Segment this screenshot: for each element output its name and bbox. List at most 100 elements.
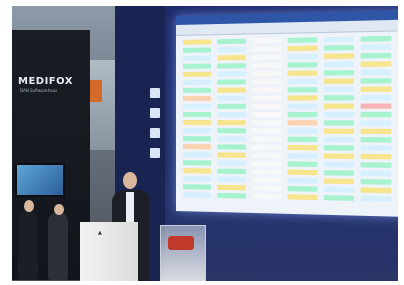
schedule-cell xyxy=(360,179,392,185)
schedule-cell xyxy=(182,103,212,109)
schedule-cell xyxy=(217,63,246,69)
schedule-cell xyxy=(252,120,282,126)
schedule-cell xyxy=(287,70,318,76)
schedule-cell xyxy=(360,137,392,143)
schedule-cell xyxy=(217,79,246,85)
schedule-cell xyxy=(252,95,282,101)
schedule-cell xyxy=(323,161,355,168)
schedule-cell xyxy=(323,36,355,43)
schedule-cell xyxy=(252,136,282,142)
schedule-cell xyxy=(182,192,212,198)
schedule-column xyxy=(323,36,355,210)
schedule-cell xyxy=(360,162,392,168)
schedule-cell xyxy=(182,47,212,53)
background-person xyxy=(48,212,68,280)
schedule-column xyxy=(359,35,392,210)
logo-text: MEDIFOX xyxy=(18,76,73,87)
schedule-cell xyxy=(323,120,355,126)
schedule-cell xyxy=(287,136,318,143)
schedule-cell xyxy=(287,153,318,159)
schedule-cell xyxy=(217,184,246,191)
schedule-cell xyxy=(182,39,212,45)
photo-border xyxy=(0,0,404,6)
schedule-cell xyxy=(323,86,355,93)
schedule-cell xyxy=(182,184,212,190)
schedule-cell xyxy=(323,61,355,68)
schedule-cell xyxy=(217,120,246,126)
person-head xyxy=(24,200,34,212)
schedule-cell xyxy=(252,128,282,134)
schedule-cell xyxy=(287,45,318,52)
schedule-cell xyxy=(182,152,212,158)
projected-screen xyxy=(176,10,404,217)
speaker-head xyxy=(123,172,137,189)
schedule-cell xyxy=(360,103,392,109)
schedule-cell xyxy=(252,169,282,175)
schedule-cell xyxy=(323,78,355,84)
schedule-cell xyxy=(360,111,392,118)
schedule-cell xyxy=(217,160,246,166)
schedule-cell xyxy=(252,144,282,150)
schedule-cell xyxy=(217,176,246,183)
schedule-cell xyxy=(252,87,282,93)
schedule-cell xyxy=(252,103,282,109)
booth-monitor xyxy=(15,163,65,197)
schedule-cell xyxy=(217,103,246,109)
medifox-logo: MEDIFOX DAN Softwarehaus xyxy=(18,62,84,96)
schedule-cell xyxy=(217,54,246,61)
schedule-cell xyxy=(360,86,392,93)
schedule-cell xyxy=(252,54,282,60)
schedule-cell xyxy=(182,87,212,93)
display-object xyxy=(168,236,194,250)
schedule-cell xyxy=(182,136,212,142)
photo-border xyxy=(0,281,404,285)
schedule-cell xyxy=(287,62,318,68)
schedule-cell xyxy=(360,69,392,76)
schedule-cell xyxy=(287,87,318,93)
schedule-cell xyxy=(182,79,212,85)
schedule-cell xyxy=(182,95,212,101)
schedule-cell xyxy=(360,78,392,84)
schedule-cell xyxy=(182,120,212,126)
schedule-cell xyxy=(252,79,282,85)
schedule-cell xyxy=(252,193,282,200)
speaker-shirt xyxy=(126,192,134,222)
schedule-cell xyxy=(323,186,355,193)
schedule-cell xyxy=(217,71,246,77)
trade-fair-photo: MEDIFOX DAN Softwarehaus ▲ xyxy=(0,0,404,285)
app-icon xyxy=(150,108,160,118)
schedule-cell xyxy=(360,95,392,101)
schedule-cell xyxy=(360,44,392,51)
schedule-cell xyxy=(323,153,355,160)
schedule-cell xyxy=(360,35,392,42)
schedule-cell xyxy=(182,144,212,150)
schedule-cell xyxy=(217,192,246,199)
schedule-cell xyxy=(217,144,246,150)
schedule-cell xyxy=(287,111,318,118)
schedule-cell xyxy=(360,170,392,177)
schedule-cell xyxy=(323,44,355,51)
schedule-column xyxy=(251,37,282,208)
schedule-cell xyxy=(217,38,246,45)
schedule-cell xyxy=(287,103,318,109)
screen-side-icons xyxy=(148,88,162,168)
schedule-cell xyxy=(287,37,318,43)
schedule-cell xyxy=(360,128,392,135)
schedule-column xyxy=(216,38,247,207)
schedule-cell xyxy=(217,46,246,53)
schedule-cell xyxy=(360,120,392,126)
schedule-cell xyxy=(323,170,355,176)
schedule-cell xyxy=(287,53,318,60)
schedule-column xyxy=(287,37,319,208)
schedule-cell xyxy=(182,111,212,118)
schedule-cell xyxy=(287,177,318,184)
schedule-cell xyxy=(182,168,212,174)
schedule-cell xyxy=(360,153,392,160)
schedule-cell xyxy=(252,160,282,167)
schedule-cell xyxy=(182,63,212,69)
schedule-cell xyxy=(323,95,355,101)
schedule-cell xyxy=(360,61,392,67)
schedule-cell xyxy=(287,128,318,134)
schedule-cell xyxy=(360,195,392,202)
photo-border xyxy=(398,0,404,285)
